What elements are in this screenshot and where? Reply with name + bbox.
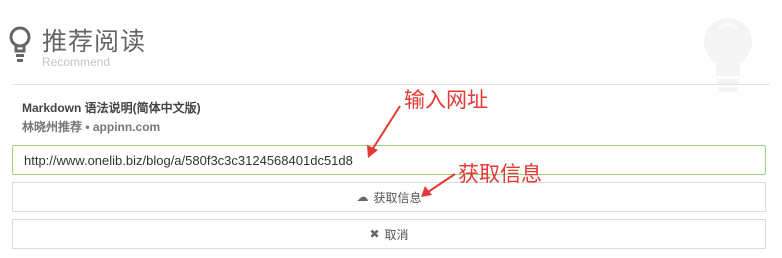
cancel-button[interactable]: ✖ 取消 [12,219,766,249]
url-input[interactable] [12,145,766,175]
cloud-download-icon: ☁ [356,190,369,204]
lightbulb-icon [9,26,31,62]
lightbulb-watermark-icon [704,18,752,92]
header-divider [12,84,770,85]
annotation-get-info: 获取信息 [458,162,542,186]
recommend-header: 推荐阅读 Recommend [0,0,782,92]
fetch-info-button[interactable]: ☁ 获取信息 [12,182,766,212]
cancel-label: 取消 [384,227,409,242]
page-title: 推荐阅读 [42,27,147,56]
page-subtitle: Recommend [42,55,111,69]
close-icon: ✖ [369,227,380,241]
annotation-enter-url: 输入网址 [404,88,488,112]
article-title: Markdown 语法说明(简体中文版) [22,101,201,115]
fetch-info-label: 获取信息 [373,190,422,205]
article-meta: 林晓州推荐 • appinn.com [22,120,161,134]
